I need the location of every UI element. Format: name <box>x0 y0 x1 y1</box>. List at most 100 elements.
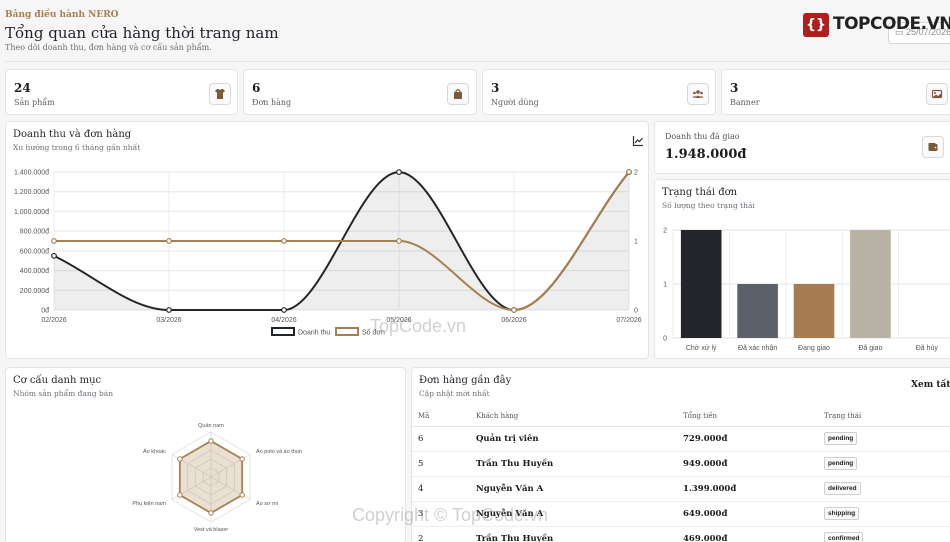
card-subtitle: Nhóm sản phẩm đang bán <box>13 389 114 398</box>
bag-icon[interactable] <box>447 83 469 105</box>
users-icon[interactable] <box>687 83 709 105</box>
order-status-cell: pending <box>818 426 950 452</box>
order-total: 729.000đ <box>677 426 818 452</box>
card-title: Trạng thái đơn <box>662 187 738 198</box>
card-subtitle: Số lượng theo trạng thái <box>662 201 755 210</box>
orders-point <box>166 238 172 244</box>
status-bar <box>793 284 835 338</box>
stat-card-banners: 3 Banner <box>721 69 950 115</box>
card-title: Đơn hàng gần đây <box>419 375 512 386</box>
order-customer: Trần Thu Huyền <box>470 526 677 542</box>
x-tick-label: 06/2026 <box>501 317 526 324</box>
delivered-label: Doanh thu đã giao <box>665 132 740 141</box>
radar-label: Áo sơ mi <box>256 500 278 507</box>
x-tick-label: 02/2026 <box>41 317 66 324</box>
view-all-link[interactable]: Xem tất cả <box>911 380 950 390</box>
status-bar <box>850 230 891 338</box>
stat-label: Banner <box>730 98 760 107</box>
y-tick-label: 600.000đ <box>20 248 49 255</box>
x-tick-label: Đã giao <box>858 345 882 352</box>
order-customer: Trần Thu Huyền <box>470 451 677 477</box>
revenue-point <box>166 307 172 313</box>
radar-point <box>208 510 214 516</box>
order-total: 1.399.000đ <box>677 476 818 502</box>
order-total: 469.000đ <box>677 526 818 542</box>
table-row[interactable]: 4 Nguyễn Văn A 1.399.000đ delivered <box>412 476 950 502</box>
table-row[interactable]: 2 Trần Thu Huyền 469.000đ confirmed <box>412 526 950 542</box>
order-id: 5 <box>412 451 470 477</box>
y-tick-label: 200.000đ <box>20 288 49 295</box>
legend-swatch-orders <box>335 327 359 336</box>
status-badge: pending <box>824 457 858 470</box>
y-tick-label: 0đ <box>41 308 49 315</box>
radar-label: Phụ kiện nam <box>132 501 166 507</box>
x-tick-label: Chờ xử lý <box>686 344 717 352</box>
legend-swatch-revenue <box>271 327 295 336</box>
chart-line-icon[interactable] <box>632 135 644 147</box>
orders-point <box>626 169 632 175</box>
watermark: TopCode.vn <box>370 316 467 336</box>
radar-point <box>208 438 214 444</box>
card-subtitle: Cập nhật mới nhất <box>419 389 490 398</box>
category-card: Cơ cấu danh mục Nhóm sản phẩm đang bán Q… <box>5 367 406 542</box>
order-status-cell: delivered <box>818 476 950 502</box>
card-title: Doanh thu và đơn hàng <box>13 129 132 140</box>
table-row[interactable]: 6 Quản trị viên 729.000đ pending <box>412 426 950 452</box>
wallet-icon[interactable] <box>922 136 944 158</box>
x-tick-label: Đã xác nhận <box>738 345 777 352</box>
category-radar-chart: Quần nam Áo polo và áo thun Áo sơ mi Vest v… <box>132 423 302 533</box>
radar-label: Áo khoác <box>143 448 166 455</box>
radar-point <box>177 492 183 498</box>
table-row[interactable]: 5 Trần Thu Huyền 949.000đ pending <box>412 451 950 477</box>
brand-name: TOPCODE.VN <box>833 14 950 34</box>
y2-tick-label: 0 <box>634 308 638 315</box>
x-tick-label: 03/2026 <box>156 317 181 324</box>
order-status-cell: pending <box>818 451 950 477</box>
stat-value: 24 <box>14 81 31 95</box>
header-divider <box>5 61 950 62</box>
y-tick-label: 1 <box>663 282 667 289</box>
orders-point <box>396 238 402 244</box>
x-tick-label: Đang giao <box>798 345 830 352</box>
y2-tick-label: 2 <box>634 170 638 177</box>
shirt-icon[interactable] <box>209 83 231 105</box>
stat-value: 3 <box>730 81 739 95</box>
revenue-line-chart: 0đ 200.000đ 400.000đ 600.000đ 800.000đ 1.000.… <box>14 169 642 337</box>
revenue-chart-card: Doanh thu và đơn hàng Xu hướng trong 6 t… <box>5 121 649 359</box>
column-header: Tổng tiền <box>677 406 818 427</box>
y2-tick-label: 1 <box>634 239 638 246</box>
status-badge: shipping <box>824 507 860 520</box>
card-subtitle: Xu hướng trong 6 tháng gần nhất <box>13 143 141 152</box>
column-header: Khách hàng <box>470 406 677 427</box>
status-badge: pending <box>824 432 858 445</box>
stat-card-products: 24 Sản phẩm <box>5 69 238 115</box>
y-tick-label: 800.000đ <box>20 229 49 236</box>
delivered-value: 1.948.000đ <box>665 147 747 162</box>
radar-point <box>177 456 183 462</box>
radar-point <box>239 492 245 498</box>
y-tick-label: 1.000.000đ <box>14 209 49 216</box>
y-tick-label: 400.000đ <box>20 268 49 275</box>
status-badge: delivered <box>824 482 861 495</box>
x-tick-label: Đã hủy <box>916 344 939 352</box>
y-tick-label: 0 <box>663 336 667 343</box>
image-icon[interactable] <box>926 83 948 105</box>
brand-logo: {} TOPCODE.VN <box>803 12 950 38</box>
delivered-revenue-card: Doanh thu đã giao 1.948.000đ <box>654 121 950 174</box>
revenue-point <box>396 169 402 175</box>
order-total: 649.000đ <box>677 501 818 527</box>
stat-value: 3 <box>491 81 500 95</box>
status-bar <box>680 230 722 338</box>
column-header: Trạng thái <box>818 406 950 427</box>
orders-point <box>51 238 57 244</box>
order-id: 6 <box>412 426 470 452</box>
status-badge: confirmed <box>824 532 864 542</box>
radar-label: Áo polo và áo thun <box>256 448 302 455</box>
brand-mark: {} <box>803 13 829 37</box>
watermark-copyright: Copyright © TopCode.vn <box>352 505 549 525</box>
card-title: Cơ cấu danh mục <box>13 375 102 386</box>
stat-label: Đơn hàng <box>252 98 292 107</box>
order-status-cell: shipping <box>818 501 950 527</box>
radar-point <box>239 456 245 462</box>
order-total: 949.000đ <box>677 451 818 477</box>
